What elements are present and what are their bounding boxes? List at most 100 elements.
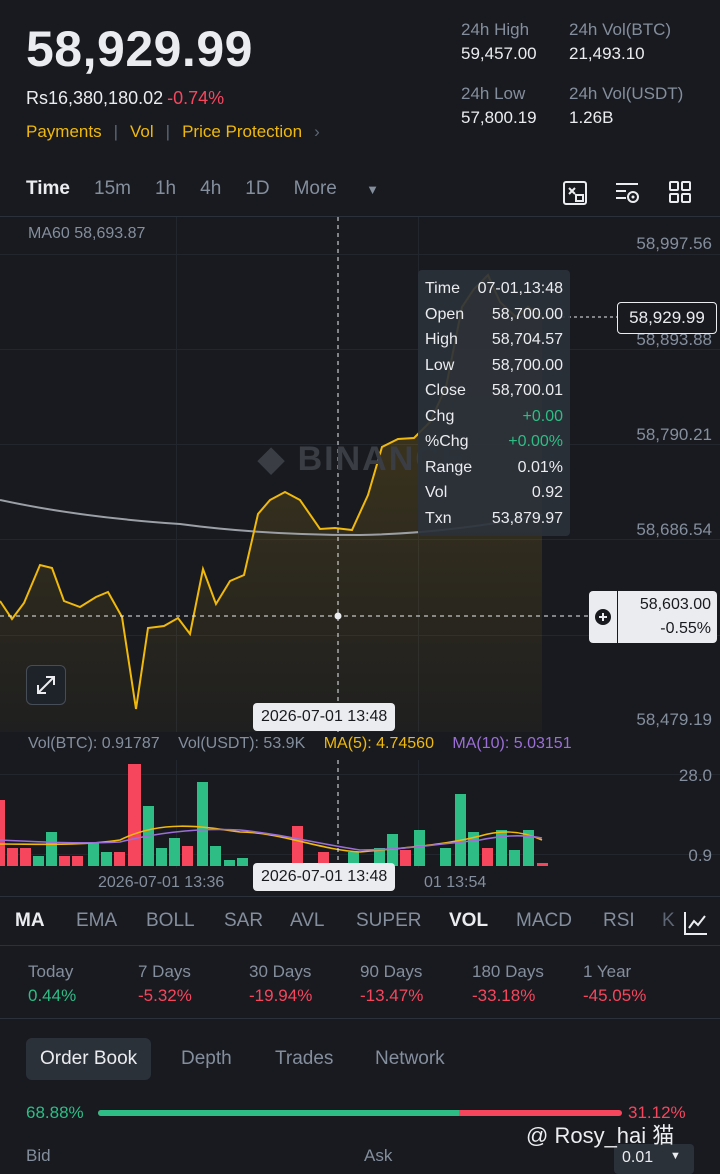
tooltip-value: 53,879.97	[491, 509, 563, 527]
divider	[0, 896, 720, 897]
indicator-ema[interactable]: EMA	[76, 910, 117, 932]
tooltip-value: +0.00	[522, 407, 563, 425]
perf-value: -13.47%	[360, 986, 424, 1005]
last-price: 58,929.99	[26, 21, 253, 77]
tab-order-book[interactable]: Order Book	[26, 1038, 152, 1080]
perf-value: -5.32%	[138, 986, 192, 1005]
vol-usdt-readout: Vol(USDT): 53.9K	[178, 735, 306, 752]
volume-legend: Vol(BTC): 0.91787 Vol(USDT): 53.9K MA(5)…	[28, 735, 572, 753]
stat-vol-usdt-value: 1.26B	[569, 108, 614, 127]
ma60-label: MA60 58,693.87	[28, 225, 146, 242]
indicator-vol[interactable]: VOL	[449, 910, 488, 932]
crosshair-date-tag-bottom: 2026-07-01 13:48	[253, 863, 396, 891]
tooltip-key: Range	[425, 458, 473, 476]
tooltip-key: Low	[425, 356, 455, 374]
indicator-boll[interactable]: BOLL	[146, 910, 195, 932]
stat-low-value: 57,800.19	[461, 108, 537, 127]
perf-7d: 7 Days -5.32%	[138, 962, 192, 1006]
tooltip-value: 58,704.57	[491, 331, 563, 348]
expand-button[interactable]	[26, 665, 66, 705]
indicator-macd[interactable]: MACD	[516, 910, 572, 932]
tab-trades[interactable]: Trades	[275, 1038, 333, 1080]
price-chart[interactable]: MA60 58,693.87 ◆ BINANCE 58,997.56 58,89…	[0, 217, 720, 732]
tab-time[interactable]: Time	[26, 178, 70, 206]
expand-icon	[37, 676, 55, 694]
perf-label: 1 Year	[583, 962, 632, 981]
indicator-rsi[interactable]: RSI	[603, 910, 635, 932]
precision-value: 0.01	[622, 1149, 654, 1166]
indicator-ma[interactable]: MA	[15, 910, 45, 932]
tooltip-value: 58,700.00	[491, 305, 563, 323]
tooltip-value: 0.01%	[517, 458, 563, 476]
caret-down-icon: ▼	[670, 1150, 681, 1162]
tab-1d[interactable]: 1D	[245, 178, 269, 206]
price-protection-link[interactable]: Price Protection	[182, 122, 302, 141]
caret-down-icon: ▼	[366, 182, 380, 197]
volume-bars-svg	[0, 760, 548, 868]
current-price-tag: 58,929.99	[617, 302, 717, 334]
stat-vol-btc-label: 24h Vol(BTC)	[569, 20, 672, 39]
tooltip-value: +0.00%	[508, 433, 563, 450]
perf-label: 90 Days	[360, 962, 423, 981]
tooltip-key: Txn	[425, 509, 452, 527]
tooltip-value: 58,700.01	[491, 382, 563, 399]
y-label: 58,997.56	[636, 234, 712, 253]
tooltip-key: Vol	[425, 484, 448, 501]
bid-ask-ratio-bar	[98, 1110, 622, 1116]
perf-1y: 1 Year -45.05%	[583, 962, 646, 1006]
tooltip-key: Chg	[425, 407, 455, 425]
tooltip-value: 07-01,13:48	[477, 280, 563, 297]
y-label: 58,479.19	[636, 710, 712, 729]
perf-value: -33.18%	[472, 986, 536, 1005]
indicator-bar: MA EMA BOLL SAR AVL SUPER VOL MACD RSI K	[0, 907, 720, 939]
stat-vol-usdt-label: 24h Vol(USDT)	[569, 84, 684, 103]
indicator-k[interactable]: K	[662, 910, 675, 932]
tab-more[interactable]: More ▼	[294, 178, 403, 206]
vol-y-bottom: 0.9	[688, 846, 712, 865]
x-axis-label: 01 13:54	[424, 874, 487, 891]
tooltip-value: 0.92	[531, 484, 563, 501]
indicator-avl[interactable]: AVL	[290, 910, 325, 932]
divider	[0, 1018, 720, 1019]
vol-link[interactable]: Vol	[130, 122, 154, 141]
indicator-sar[interactable]: SAR	[224, 910, 263, 932]
x-axis-label: 2026-07-01 13:36	[98, 874, 225, 891]
payments-link[interactable]: Payments	[26, 122, 102, 141]
indicator-chart-icon	[684, 912, 707, 935]
bid-percent: 68.88%	[26, 1103, 84, 1122]
tab-1h[interactable]: 1h	[155, 178, 176, 206]
perf-today: Today 0.44%	[28, 962, 76, 1006]
chart-mode-icon[interactable]	[562, 180, 588, 206]
perf-180d: 180 Days -33.18%	[472, 962, 544, 1006]
fiat-price-line: Rs16,380,180.02 -0.74%	[26, 88, 224, 109]
tooltip-key: Open	[425, 305, 465, 323]
plus-circle-icon	[595, 609, 611, 625]
more-label: More	[293, 178, 337, 199]
perf-label: 7 Days	[138, 962, 191, 981]
bid-column-label: Bid	[26, 1146, 51, 1165]
candle-tooltip: Time 07-01,13:48 Open 58,700.00 High 58,704…	[418, 270, 570, 536]
stat-vol-btc-value: 21,493.10	[569, 44, 645, 63]
indicator-settings-button[interactable]	[680, 907, 720, 939]
tooltip-key: High	[425, 331, 458, 348]
y-label: 58,790.21	[636, 425, 712, 444]
fiat-price: Rs16,380,180.02	[26, 88, 164, 108]
info-links: Payments | Vol | Price Protection ›	[26, 122, 320, 141]
crosshair-date-tag: 2026-07-01 13:48	[253, 703, 396, 731]
tooltip-key: Time	[425, 280, 460, 297]
add-order-button[interactable]	[589, 591, 618, 643]
tab-15m[interactable]: 15m	[94, 178, 131, 206]
ma5-readout: MA(5): 4.74560	[323, 735, 434, 752]
tab-depth[interactable]: Depth	[181, 1038, 232, 1080]
tab-network[interactable]: Network	[375, 1038, 445, 1080]
grid-layout-icon[interactable]	[668, 180, 692, 204]
tooltip-key: %Chg	[425, 433, 469, 450]
indicator-super[interactable]: SUPER	[356, 910, 421, 932]
timeframe-bar: Time 15m 1h 4h 1D More ▼	[26, 178, 427, 206]
volume-chart[interactable]: 28.0 0.9	[0, 760, 720, 868]
tab-4h[interactable]: 4h	[200, 178, 221, 206]
tooltip-value: 58,700.00	[491, 356, 563, 374]
stat-high-value: 59,457.00	[461, 44, 537, 63]
chart-settings-icon[interactable]	[614, 180, 642, 206]
chevron-right-icon[interactable]: ›	[314, 122, 320, 141]
